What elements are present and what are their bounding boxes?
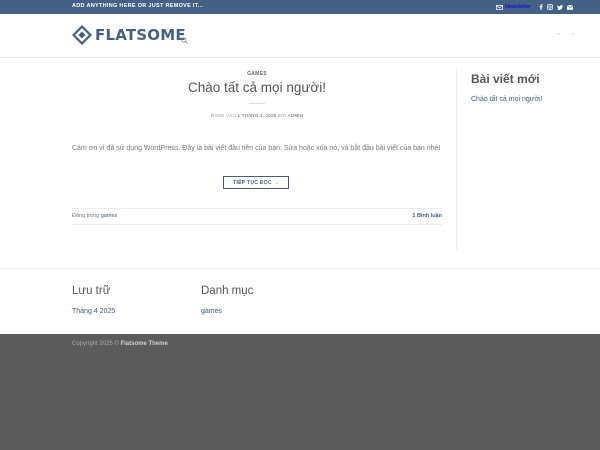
sidebar: Bài viết mới Chào tất cả mọi người! [471,72,581,103]
envelope-icon [496,4,503,10]
category-link[interactable]: games [201,308,253,315]
post-meta: ĐĂNG VÀO 1 THÁNG 4, 2025 BỞI ADMIN [72,113,442,118]
comments-link[interactable]: 1 Bình luận [412,209,442,224]
top-bar-message: ADD ANYTHING HERE OR JUST REMOVE IT... [72,3,204,9]
archive-widget: Lưu trữ Tháng 4 2025 [72,285,115,315]
cart-icon[interactable]: • [572,32,574,38]
footer-category-prefix: Đăng trong [72,213,100,219]
footer-category-link[interactable]: games [101,213,118,219]
meta-by: BỞI [277,113,287,118]
absolute-footer: Copyright 2025 © Flatsome Theme [0,334,600,450]
sidebar-divider [456,68,457,250]
top-bar-right: Newsletter [496,2,573,12]
meta-author[interactable]: ADMIN [288,113,304,118]
copyright-prefix: Copyright 2025 © [72,341,119,347]
post-title[interactable]: Chào tất cả mọi người! [72,80,442,95]
instagram-icon[interactable] [547,4,553,10]
email-icon[interactable] [567,4,573,10]
top-bar: ADD ANYTHING HERE OR JUST REMOVE IT... N… [0,0,600,14]
meta-date[interactable]: 1 THÁNG 4, 2025 [238,113,277,118]
archive-title: Lưu trữ [72,285,111,297]
header-right-icons: • • [558,32,574,38]
logo-mark-icon [72,25,92,45]
twitter-icon[interactable] [557,4,563,10]
copyright-brand: Flatsome Theme [120,341,168,347]
newsletter-link[interactable]: Newsletter [496,4,531,10]
post-excerpt: Cảm ơn vì đã sử dụng WordPress. Đây là b… [72,145,441,152]
search-icon[interactable] [181,31,188,49]
copyright: Copyright 2025 © Flatsome Theme [72,341,168,347]
account-icon[interactable]: • [558,32,560,38]
categories-title: Danh mục [201,285,254,297]
site-header: FLATSOME • • [0,14,600,58]
archive-link[interactable]: Tháng 4 2025 [72,308,115,315]
footer-widgets: Lưu trữ Tháng 4 2025 Danh mục games [0,268,600,334]
newsletter-label: Newsletter [505,4,531,10]
logo-text: FLATSOME [95,26,186,44]
title-divider [249,103,265,104]
recent-posts-title: Bài viết mới [471,72,540,86]
footer-category-line: Đăng trong games [72,209,117,224]
meta-prefix: ĐĂNG VÀO [210,113,237,118]
post-category[interactable]: GAMES [72,71,442,77]
recent-post-link[interactable]: Chào tất cả mọi người! [471,96,581,103]
categories-widget: Danh mục games [201,285,253,315]
post-footer: Đăng trong games 1 Bình luận [72,208,442,225]
read-more-button[interactable]: TIẾP TỤC ĐỌC → [223,176,289,189]
main-content: GAMES Chào tất cả mọi người! ĐĂNG VÀO 1 … [0,58,600,268]
site-logo[interactable]: FLATSOME [72,25,186,45]
facebook-icon[interactable] [539,4,543,10]
